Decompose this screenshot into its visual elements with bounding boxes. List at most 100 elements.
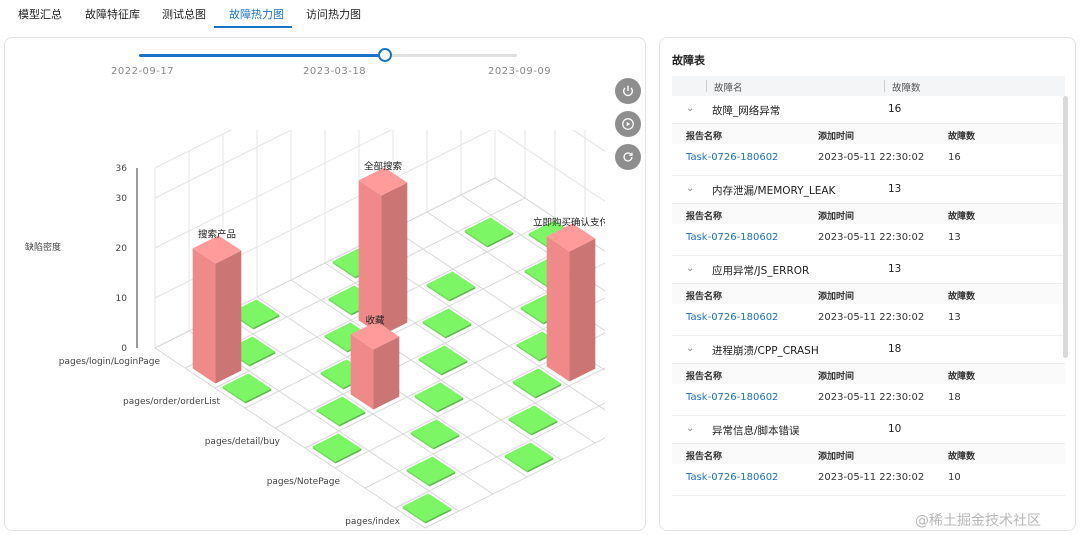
sub-header-count: 故障数 — [948, 132, 976, 142]
z-tick-label: 36 — [116, 164, 128, 174]
timeline-slider[interactable] — [139, 48, 517, 62]
bar-label: 搜索产品 — [198, 229, 236, 241]
heatmap-panel: 2022-09-17 2023-03-18 2023-09-09 0 10 20 30… — [4, 37, 646, 531]
report-row: Task-0726-180602 2023-05-11 22:30:02 13 — [672, 226, 1065, 250]
sub-header-report: 报告名称 — [686, 372, 723, 382]
floor-tile-top-face — [410, 419, 460, 448]
fault-group: ⌄ 进程崩溃/CPP_CRASH 18 报告名称 添加时间 故障数 Task-0726-18… — [672, 336, 1065, 416]
report-link[interactable]: Task-0726-180602 — [686, 472, 778, 483]
floor-tile-top-face — [508, 405, 558, 434]
tab-fault-features[interactable]: 故障特征库 — [85, 6, 140, 26]
report-link[interactable]: Task-0726-180602 — [686, 232, 778, 243]
report-sub-header: 报告名称 添加时间 故障数 — [672, 124, 1065, 144]
sub-header-report: 报告名称 — [686, 452, 723, 462]
fault-bar — [350, 321, 400, 410]
tab-test-overview[interactable]: 测试总图 — [162, 6, 206, 26]
tab-model-summary[interactable]: 模型汇总 — [18, 6, 62, 26]
bar-label: 全部搜索 — [364, 161, 402, 173]
report-sub-header: 报告名称 添加时间 故障数 — [672, 284, 1065, 304]
floor-tile-top-face — [406, 456, 456, 485]
fault-bar-side-face — [215, 250, 242, 384]
play-button[interactable] — [615, 111, 641, 137]
floor-tile-top-face — [316, 396, 366, 425]
chevron-down-icon[interactable]: ⌄ — [686, 343, 694, 354]
report-link[interactable]: Task-0726-180602 — [686, 152, 778, 163]
floor-tile-top-face — [426, 271, 476, 300]
sub-header-count: 故障数 — [948, 452, 976, 462]
fault-group-row[interactable]: ⌄ 应用异常/JS_ERROR 13 — [672, 256, 1065, 284]
tab-access-heatmap[interactable]: 访问热力图 — [306, 6, 361, 26]
header-separator — [884, 80, 885, 92]
fault-count: 13 — [888, 183, 902, 195]
table-scrollbar[interactable] — [1063, 96, 1068, 358]
fault-name: 内存泄漏/MEMORY_LEAK — [712, 185, 836, 197]
z-tick-label: 30 — [116, 194, 128, 204]
chevron-down-icon[interactable]: ⌄ — [686, 263, 694, 274]
report-link[interactable]: Task-0726-180602 — [686, 392, 778, 403]
bar-label: 收藏 — [365, 315, 385, 327]
fault-table-title: 故障表 — [672, 54, 705, 67]
fault-group-row[interactable]: ⌄ 故障_网络异常 16 — [672, 96, 1065, 124]
page-axis-label: pages/detail/buy — [205, 437, 281, 447]
chevron-down-icon[interactable]: ⌄ — [686, 183, 694, 194]
fault-group: ⌄ 故障_网络异常 16 报告名称 添加时间 故障数 Task-0726-180602 202… — [672, 96, 1065, 176]
report-row: Task-0726-180602 2023-05-11 22:30:02 16 — [672, 146, 1065, 170]
fault-name: 异常信息/脚本错误 — [712, 425, 800, 437]
sub-header-time: 添加时间 — [818, 132, 855, 142]
floor-tile-top-face — [464, 217, 514, 246]
report-time: 2023-05-11 22:30:02 — [818, 312, 925, 323]
timeline-middle-label: 2023-03-18 — [303, 66, 367, 77]
tab-bar: 模型汇总 故障特征库 测试总图 故障热力图 访问热力图 — [0, 0, 1080, 30]
z-tick-label: 10 — [116, 294, 128, 304]
sub-header-count: 故障数 — [948, 372, 976, 382]
header-fault-count: 故障数 — [892, 83, 921, 94]
fault-group-row[interactable]: ⌄ 内存泄漏/MEMORY_LEAK 13 — [672, 176, 1065, 204]
fault-bar — [358, 167, 408, 336]
fault-bar-front-face — [192, 248, 216, 384]
timeline-end-label: 2023-09-09 — [488, 66, 552, 77]
floor-tile-top-face — [504, 442, 554, 471]
chart-grid: 0 10 20 30 36 缺陷密度 pages/login/LoginPage pages/… — [25, 130, 605, 529]
play-icon — [622, 118, 634, 130]
fault-group: ⌄ 应用异常/JS_ERROR 13 报告名称 添加时间 故障数 Task-0726-180… — [672, 256, 1065, 336]
refresh-icon — [623, 152, 633, 162]
timeline-slider-fill — [139, 54, 385, 57]
report-sub-header: 报告名称 添加时间 故障数 — [672, 444, 1065, 464]
fault-count: 16 — [888, 103, 902, 115]
watermark: @稀土掘金技术社区 — [915, 513, 1041, 529]
fault-group-row[interactable]: ⌄ 进程崩溃/CPP_CRASH 18 — [672, 336, 1065, 364]
report-link[interactable]: Task-0726-180602 — [686, 312, 778, 323]
active-tab-indicator — [214, 26, 292, 28]
page-axis-label: pages/NotePage — [267, 477, 341, 487]
chevron-down-icon[interactable]: ⌄ — [686, 423, 694, 434]
sub-header-time: 添加时间 — [818, 452, 855, 462]
tab-fault-heatmap[interactable]: 故障热力图 — [229, 6, 284, 26]
fault-count: 10 — [888, 423, 902, 435]
fault-group-row[interactable]: ⌄ 异常信息/脚本错误 10 — [672, 416, 1065, 444]
sub-header-count: 故障数 — [948, 292, 976, 302]
report-time: 2023-05-11 22:30:02 — [818, 232, 925, 243]
report-sub-header: 报告名称 添加时间 故障数 — [672, 364, 1065, 384]
refresh-button[interactable] — [615, 144, 641, 170]
report-time: 2023-05-11 22:30:02 — [818, 152, 925, 163]
chevron-down-icon[interactable]: ⌄ — [686, 103, 694, 114]
fault-count: 18 — [888, 343, 902, 355]
fault-name: 故障_网络异常 — [712, 105, 781, 117]
report-time: 2023-05-11 22:30:02 — [818, 392, 925, 403]
fault-bar — [546, 223, 596, 382]
sub-header-count: 故障数 — [948, 212, 976, 222]
page-axis-label: pages/login/LoginPage — [59, 357, 161, 367]
fault-bar-side-face — [381, 182, 408, 336]
sub-header-time: 添加时间 — [818, 292, 855, 302]
power-button[interactable] — [615, 78, 641, 104]
report-row: Task-0726-180602 2023-05-11 22:30:02 10 — [672, 466, 1065, 490]
header-separator — [706, 80, 707, 92]
fault-group: ⌄ 异常信息/脚本错误 10 报告名称 添加时间 故障数 Task-0726-180602 2… — [672, 416, 1065, 496]
report-time: 2023-05-11 22:30:02 — [818, 472, 925, 483]
bar-label: 立即购买确认支付 — [533, 217, 605, 229]
z-tick-label: 20 — [116, 244, 128, 254]
fault-name: 应用异常/JS_ERROR — [712, 265, 810, 277]
timeline-slider-thumb[interactable] — [377, 48, 392, 62]
fault-table-panel: 故障表 故障名 故障数 ⌄ 故障_网络异常 16 报告名称 添加时间 故障数 Task-07… — [659, 37, 1076, 531]
floor-tile-top-face — [222, 373, 272, 402]
